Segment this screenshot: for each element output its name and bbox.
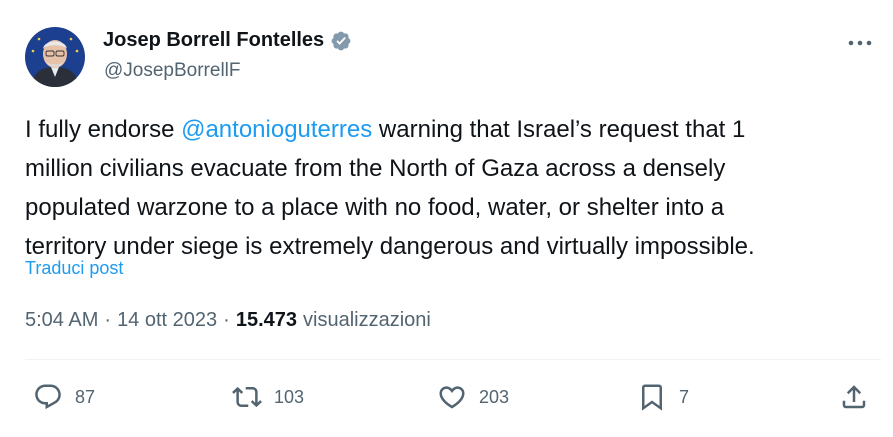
author-handle[interactable]: @JosepBorrellF [104, 60, 241, 82]
bookmark-icon [642, 384, 662, 411]
tweet-text-line: territory under siege is extremely dange… [25, 227, 865, 266]
tweet-text-segment: I fully endorse [25, 116, 182, 143]
more-options-button[interactable] [840, 28, 880, 58]
action-bar: 87 103 203 7 [0, 375, 893, 419]
bookmark-count: 7 [679, 386, 690, 407]
share-icon [842, 385, 866, 409]
tweet-text-line: I fully endorse @antonioguterres warning… [25, 110, 865, 149]
more-dots-icon [848, 40, 872, 46]
heart-icon [439, 386, 465, 409]
bookmark-button[interactable]: 7 [637, 375, 689, 419]
reply-count: 87 [75, 386, 96, 407]
meta-separator: · [104, 309, 112, 331]
avatar[interactable] [25, 27, 85, 87]
author-name-row: Josep Borrell Fontelles [103, 29, 352, 52]
repost-button[interactable]: 103 [232, 375, 304, 419]
meta-separator: · [223, 309, 230, 331]
share-button[interactable] [839, 375, 869, 419]
tweet-text: I fully endorse @antonioguterres warning… [25, 110, 865, 266]
tweet-time[interactable]: 5:04 AM [25, 309, 98, 332]
reply-icon [35, 384, 61, 410]
author-display-name[interactable]: Josep Borrell Fontelles [103, 29, 324, 52]
reply-button[interactable]: 87 [33, 375, 95, 419]
tweet-text-segment: populated warzone to a place with no foo… [25, 194, 725, 221]
tweet-text-segment: territory under siege is extremely dange… [25, 233, 755, 260]
avatar-image [25, 27, 85, 87]
tweet-text-line: million civilians evacuate from the Nort… [25, 149, 865, 188]
tweet-text-segment: million civilians evacuate from the Nort… [25, 155, 726, 182]
divider [25, 359, 881, 360]
tweet-text-line: populated warzone to a place with no foo… [25, 188, 865, 227]
translate-post-link[interactable]: Traduci post [25, 258, 123, 279]
like-count: 203 [479, 386, 510, 407]
mention-link[interactable]: @antonioguterres [181, 116, 372, 143]
repost-count: 103 [274, 386, 305, 407]
verified-badge-icon [330, 30, 352, 52]
views-count[interactable]: 15.473 [236, 309, 297, 332]
tweet-date[interactable]: 14 ott 2023 [117, 309, 217, 332]
tweet-meta: 5:04 AM · 14 ott 2023 · 15.473 visualizz… [25, 309, 431, 332]
tweet-card: Josep Borrell Fontelles @JosepBorrellF I… [0, 0, 893, 437]
views-label[interactable]: visualizzazioni [303, 309, 431, 332]
repost-icon [232, 386, 262, 408]
like-button[interactable]: 203 [437, 375, 509, 419]
tweet-text-segment: warning that Israel’s request that 1 [372, 116, 746, 143]
